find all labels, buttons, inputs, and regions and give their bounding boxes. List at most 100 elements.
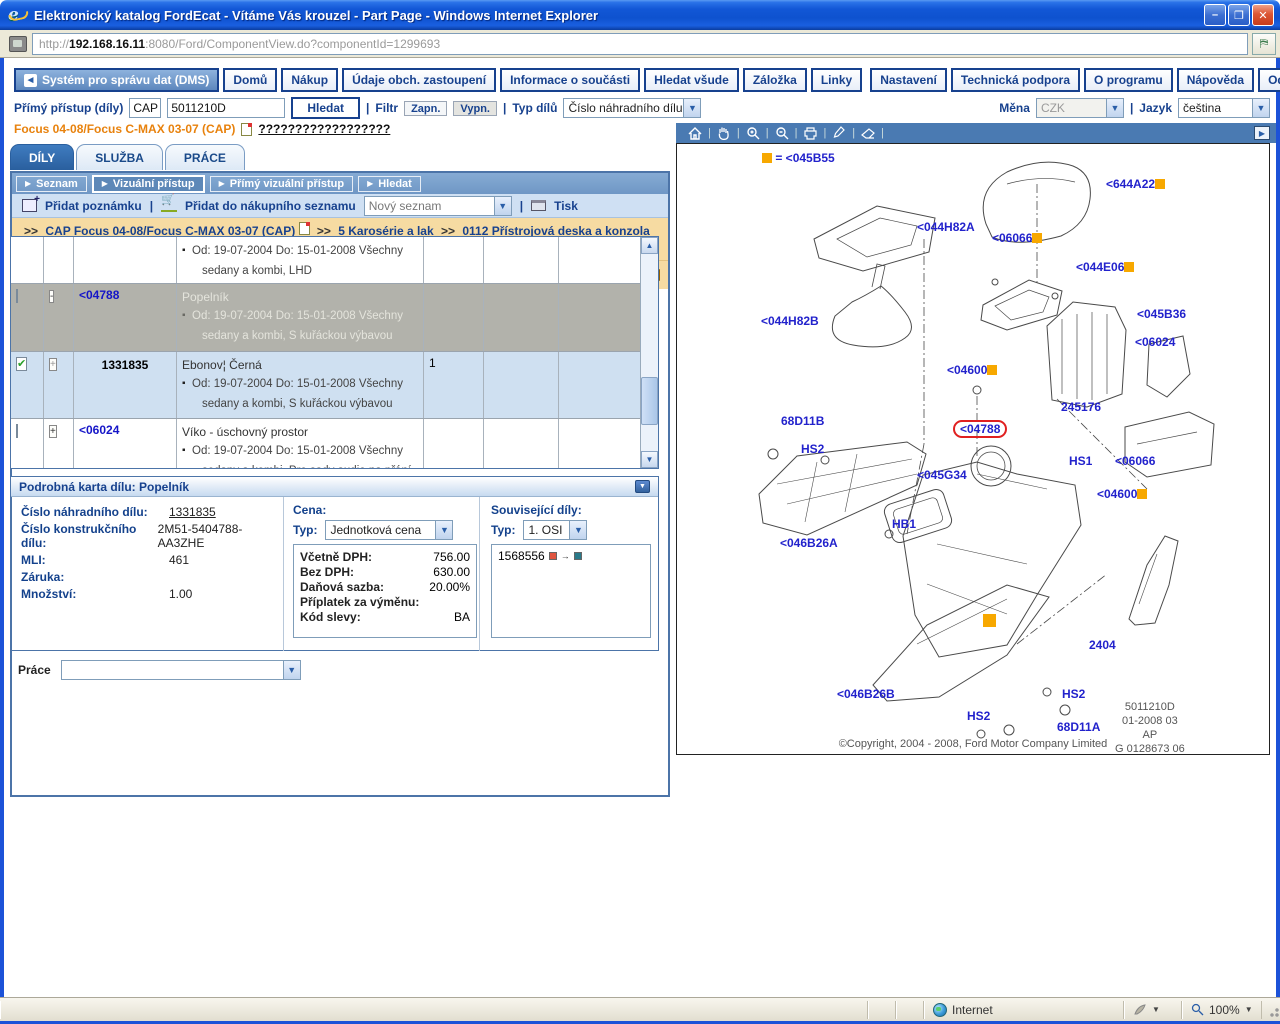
part-callout[interactable]: 68D11A (1057, 720, 1100, 734)
part-callout[interactable]: <045G34 (917, 468, 967, 482)
search-button[interactable]: Hledat (291, 97, 360, 119)
tab-labour[interactable]: PRÁCE (165, 144, 245, 170)
context-link[interactable]: ?????????????????? (258, 122, 390, 136)
part-number-link[interactable]: <04788 (79, 288, 119, 302)
labour-select[interactable]: ▼ (61, 660, 301, 680)
tab-parts[interactable]: DÍLY (10, 144, 74, 170)
resize-grip[interactable] (1264, 1002, 1280, 1018)
scroll-thumb[interactable] (641, 377, 658, 425)
go-button[interactable]: ⛿ (1252, 33, 1276, 55)
part-callout[interactable]: <644A22 (1106, 177, 1165, 191)
expand-panel-button[interactable]: ▶ (1254, 126, 1270, 140)
part-callout[interactable]: <046B26A (780, 536, 838, 550)
nav-search-all-button[interactable]: Hledat všude (644, 68, 739, 92)
subtab-search[interactable]: ▶Hledat (358, 176, 421, 192)
nav-part-info-button[interactable]: Informace o součásti (500, 68, 640, 92)
diagram-canvas[interactable]: = <045B55 <644A22 <044H82A <06066 <044E0… (676, 143, 1270, 755)
nav-bookmark-button[interactable]: Záložka (743, 68, 807, 92)
price-type-select[interactable]: Jednotková cena▼ (325, 520, 453, 540)
annotate-pencil-icon[interactable] (826, 126, 852, 141)
part-callout[interactable]: 245176 (1061, 400, 1101, 414)
part-callout[interactable]: HB1 (892, 517, 916, 531)
home-icon[interactable] (682, 126, 708, 140)
collapse-panel-button[interactable]: ▼ (635, 480, 650, 493)
nav-support-button[interactable]: Technická podpora (951, 68, 1080, 92)
part-callout[interactable]: <06066 (1115, 454, 1155, 468)
collapse-toggle[interactable]: - (49, 290, 54, 303)
pan-hand-icon[interactable] (711, 126, 737, 141)
part-callout[interactable]: <06066 (992, 231, 1042, 245)
zoom-control[interactable]: 100% ▼ (1182, 1001, 1262, 1019)
part-callout[interactable]: 2404 (1089, 638, 1116, 652)
nav-home-button[interactable]: Domů (223, 68, 277, 92)
nav-logout-button[interactable]: Odhlášení (1258, 68, 1280, 92)
nav-about-button[interactable]: O programu (1084, 68, 1173, 92)
nav-links-button[interactable]: Linky (811, 68, 862, 92)
part-callout[interactable]: HS2 (801, 442, 824, 456)
table-scrollbar[interactable]: ▲ ▼ (640, 237, 658, 468)
print-icon[interactable] (797, 126, 823, 140)
expand-toggle[interactable]: + (49, 425, 57, 438)
filter-on-button[interactable]: Zapn. (404, 101, 447, 116)
part-callout-selected[interactable]: <04788 (953, 420, 1007, 438)
print-button[interactable]: Tisk (554, 199, 578, 213)
part-callout[interactable]: 68D11B (781, 414, 824, 428)
part-callout[interactable]: <04600 (947, 363, 997, 377)
part-callout[interactable]: <06024 (1135, 335, 1175, 349)
eraser-icon[interactable] (855, 126, 881, 140)
catalog-input[interactable]: CAP (129, 98, 161, 118)
detail-fields: Číslo náhradního dílu:1331835 Číslo kons… (21, 505, 279, 604)
part-callout[interactable]: <044H82A (917, 220, 975, 234)
nav-dms-button[interactable]: ◄Systém pro správu dat (DMS) (14, 68, 219, 92)
subtab-visual[interactable]: ▶Vizuální přístup (92, 175, 205, 193)
shield-icon (1133, 1003, 1147, 1016)
add-note-button[interactable]: Přidat poznámku (45, 199, 142, 213)
part-number-input[interactable]: 5011210D (167, 98, 285, 118)
part-number-link[interactable]: <06024 (79, 423, 119, 437)
detail-header: Podrobná karta dílu: Popelník ▼ (11, 477, 658, 497)
shopping-list-select[interactable]: Nový seznam▼ (364, 196, 512, 216)
part-callout[interactable]: HS1 (1069, 454, 1092, 468)
row-checkbox[interactable] (16, 424, 18, 438)
document-icon[interactable] (241, 123, 252, 136)
filter-off-button[interactable]: Vypn. (453, 101, 497, 116)
tab-service[interactable]: SLUŽBA (76, 144, 163, 170)
subtab-direct-visual[interactable]: ▶Přímý vizuální přístup (210, 176, 353, 192)
nav-settings-button[interactable]: Nastavení (870, 68, 947, 92)
language-select[interactable]: čeština▼ (1178, 98, 1270, 118)
part-callout[interactable]: <045B36 (1137, 307, 1186, 321)
document-icon[interactable] (299, 222, 310, 235)
chevron-down-icon: ▼ (435, 521, 452, 539)
part-number-link[interactable]: 1331835 (169, 505, 216, 519)
protected-mode-button[interactable]: ▼ (1124, 1001, 1182, 1019)
nav-dealer-data-button[interactable]: Údaje obch. zastoupení (342, 68, 496, 92)
nav-shopping-button[interactable]: Nákup (281, 68, 338, 92)
subtab-list[interactable]: ▶Seznam (16, 176, 87, 192)
minimize-button[interactable]: – (1204, 4, 1226, 26)
diagram-legend: = <045B55 (762, 151, 835, 165)
part-callout[interactable]: HS2 (967, 709, 990, 723)
add-to-shopping-list-button[interactable]: Přidat do nákupního seznamu (185, 199, 356, 213)
related-part-link[interactable]: 1568556 (498, 549, 545, 563)
scroll-up-button[interactable]: ▲ (641, 237, 658, 254)
url-input[interactable]: http://192.168.16.11:8080/Ford/Component… (32, 33, 1248, 55)
maximize-button[interactable]: ❐ (1228, 4, 1250, 26)
part-callout[interactable]: <044E06 (1076, 260, 1134, 274)
part-callout[interactable]: <044H82B (761, 314, 819, 328)
close-button[interactable]: ✕ (1252, 4, 1274, 26)
zoom-in-icon[interactable] (740, 126, 766, 141)
expand-toggle[interactable]: + (49, 358, 57, 371)
row-checkbox[interactable]: ✔ (16, 357, 27, 371)
related-type-select[interactable]: 1. OSI▼ (523, 520, 587, 540)
part-callout[interactable]: <04600 (1097, 487, 1147, 501)
row-checkbox[interactable] (16, 289, 18, 303)
nav-help-button[interactable]: Nápověda (1177, 68, 1254, 92)
part-callout[interactable]: <046B26B (837, 687, 895, 701)
arrow-right-icon: ▶ (102, 179, 108, 188)
dms-icon: ◄ (24, 74, 37, 87)
part-callout[interactable]: HS2 (1062, 687, 1085, 701)
part-type-select[interactable]: Číslo náhradního dílu▼ (563, 98, 701, 118)
zoom-out-icon[interactable] (769, 126, 795, 141)
chevron-down-icon: ▼ (1152, 1005, 1160, 1014)
scroll-down-button[interactable]: ▼ (641, 451, 658, 468)
